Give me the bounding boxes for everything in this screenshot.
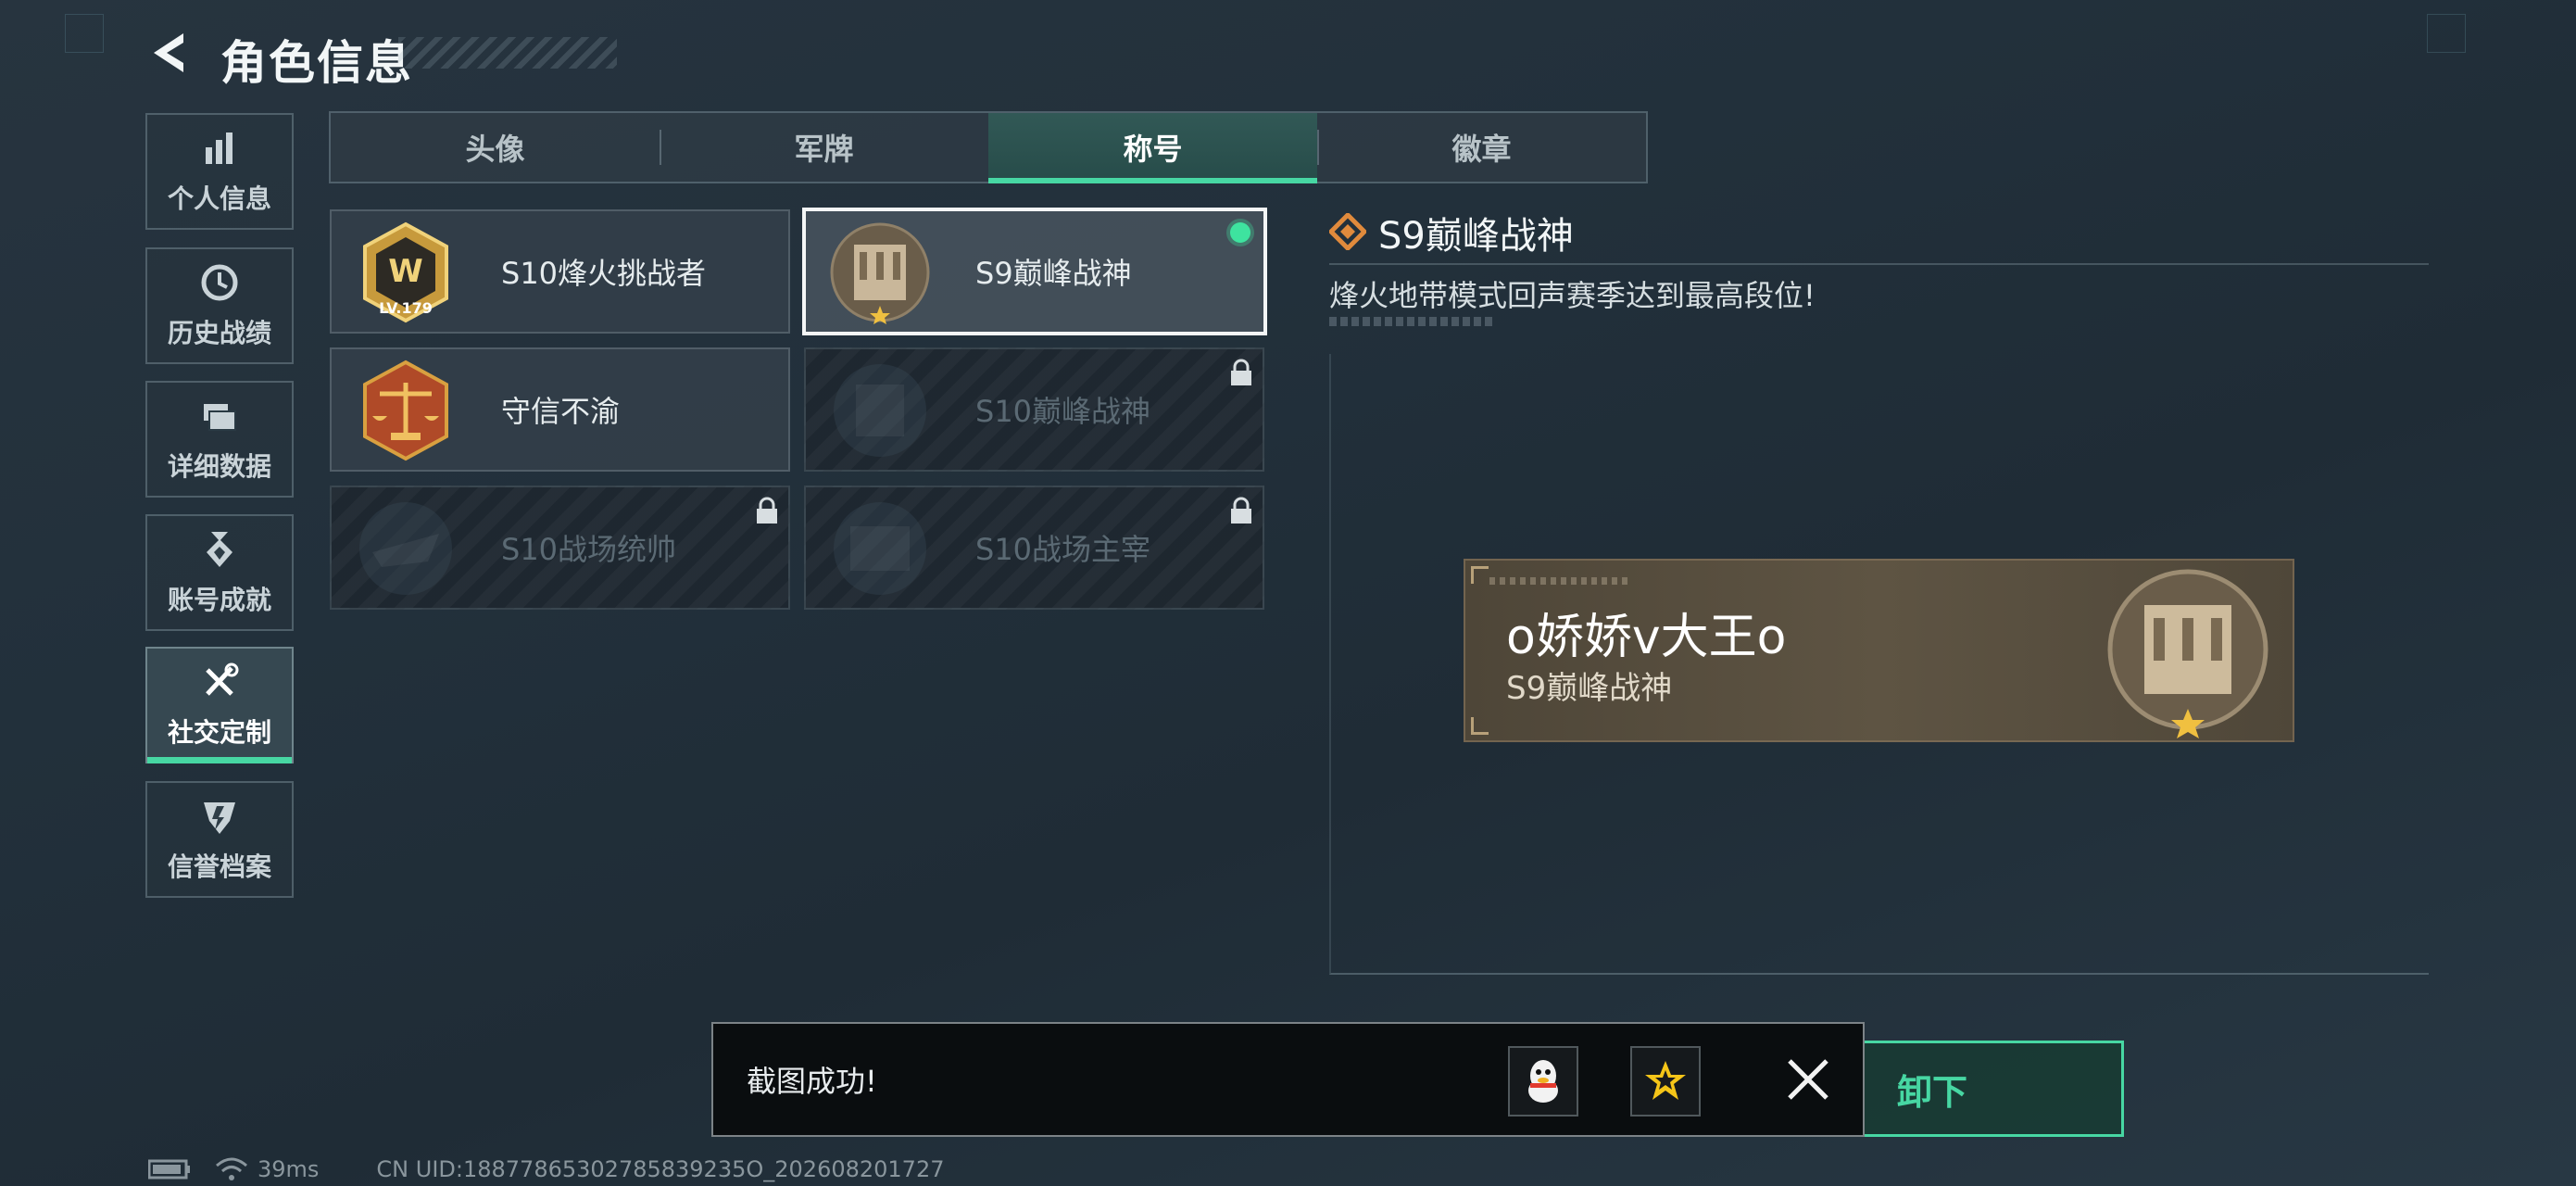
title-card[interactable]: 守信不渝	[330, 347, 790, 472]
title-stripe-decoration	[398, 37, 617, 69]
detail-subtext-decoration	[1329, 317, 1494, 326]
lock-icon	[1231, 497, 1251, 524]
title-card-name: S10战场主宰	[975, 532, 1151, 567]
page-title: 角色信息	[220, 36, 413, 90]
toast-message: 截图成功!	[747, 1064, 877, 1099]
sidebar-item-personal-info[interactable]: 个人信息	[145, 113, 294, 230]
title-card-name: S10烽火挑战者	[501, 256, 707, 291]
commander-emblem-icon	[359, 502, 452, 595]
tab-title[interactable]: 称号	[988, 113, 1317, 183]
title-card-locked[interactable]: S10战场统帅	[330, 486, 790, 610]
sidebar-item-achievements[interactable]: 账号成就	[145, 514, 294, 631]
sidebar-item-label: 信誉档案	[167, 852, 271, 882]
bar-chart-icon	[206, 132, 232, 164]
shield-icon	[204, 802, 235, 834]
scales-emblem-icon	[363, 360, 448, 461]
detail-description: 烽火地带模式回声赛季达到最高段位!	[1329, 278, 1816, 313]
sidebar-item-label: 历史战绩	[167, 318, 271, 348]
selected-indicator	[1230, 222, 1250, 243]
svg-text:W: W	[388, 253, 423, 290]
tab-dog-tag[interactable]: 军牌	[660, 113, 988, 182]
close-icon[interactable]	[1780, 1052, 1836, 1107]
title-card-name: S10战场统帅	[501, 532, 677, 567]
divider	[1329, 263, 2429, 265]
peak-war-god-emblem-icon	[834, 364, 926, 457]
status-footer: 39ms CN UID:18877865302785839235O_202608…	[148, 1156, 956, 1182]
challenger-emblem-icon: W LV.179	[363, 221, 448, 323]
wifi-icon	[216, 1157, 247, 1180]
folder-icon	[204, 404, 236, 431]
star-share-icon	[1645, 1061, 1686, 1100]
tab-bar: 头像 军牌 称号 徽章	[329, 111, 1648, 183]
tab-badge[interactable]: 徽章	[1317, 113, 1646, 182]
nameplate-corner	[1471, 717, 1489, 735]
sidebar-item-social-custom[interactable]: 社交定制	[145, 647, 294, 763]
colosseum-emblem-icon	[834, 502, 926, 595]
nameplate-title: S9巅峰战神	[1506, 670, 1673, 707]
nameplate-decoration	[1489, 577, 1628, 585]
corner-decoration	[2427, 14, 2466, 53]
screenshot-toast: 截图成功!	[711, 1022, 1865, 1137]
title-card[interactable]: W LV.179 S10烽火挑战者	[330, 209, 790, 334]
svg-text:LV.179: LV.179	[379, 299, 433, 317]
title-card-name: S10巅峰战神	[975, 394, 1151, 429]
nameplate-corner	[1471, 566, 1489, 584]
corner-decoration	[65, 14, 104, 53]
title-card-locked[interactable]: S10巅峰战神	[804, 347, 1264, 472]
share-qq-button[interactable]	[1508, 1046, 1578, 1117]
player-name: o娇娇v大王o	[1506, 610, 1787, 665]
lock-icon	[757, 497, 777, 524]
sidebar-item-label: 详细数据	[167, 451, 271, 482]
sidebar-item-credit[interactable]: 信誉档案	[145, 781, 294, 898]
tab-avatar[interactable]: 头像	[331, 113, 660, 182]
detail-title: S9巅峰战神	[1378, 215, 1574, 258]
ping-value: 39ms	[258, 1156, 320, 1182]
title-card-name: 守信不渝	[501, 394, 621, 429]
nameplate-preview: o娇娇v大王o S9巅峰战神	[1464, 559, 2294, 742]
sidebar-item-label: 账号成就	[167, 585, 271, 615]
battery-icon	[148, 1159, 190, 1180]
title-card-name: S9巅峰战神	[975, 256, 1132, 291]
sidebar-item-history[interactable]: 历史战绩	[145, 247, 294, 364]
sidebar-item-detailed-data[interactable]: 详细数据	[145, 381, 294, 498]
lock-icon	[1231, 359, 1251, 385]
title-card-locked[interactable]: S10战场主宰	[804, 486, 1264, 610]
sidebar-item-label: 个人信息	[167, 183, 271, 214]
clock-icon	[201, 264, 238, 301]
qq-icon	[1528, 1060, 1558, 1103]
sidebar-item-label: 社交定制	[167, 717, 271, 748]
peak-war-god-emblem-icon	[830, 222, 930, 324]
share-star-button[interactable]	[1630, 1046, 1701, 1117]
diamond-icon	[1329, 213, 1366, 250]
peak-war-god-emblem-icon	[2107, 569, 2268, 738]
back-arrow-icon[interactable]	[146, 30, 193, 76]
title-card-selected[interactable]: S9巅峰战神	[802, 208, 1267, 335]
tools-icon	[206, 662, 239, 696]
medal-icon	[207, 532, 232, 567]
uid-text: CN UID:18877865302785839235O_20260820172…	[376, 1156, 945, 1182]
